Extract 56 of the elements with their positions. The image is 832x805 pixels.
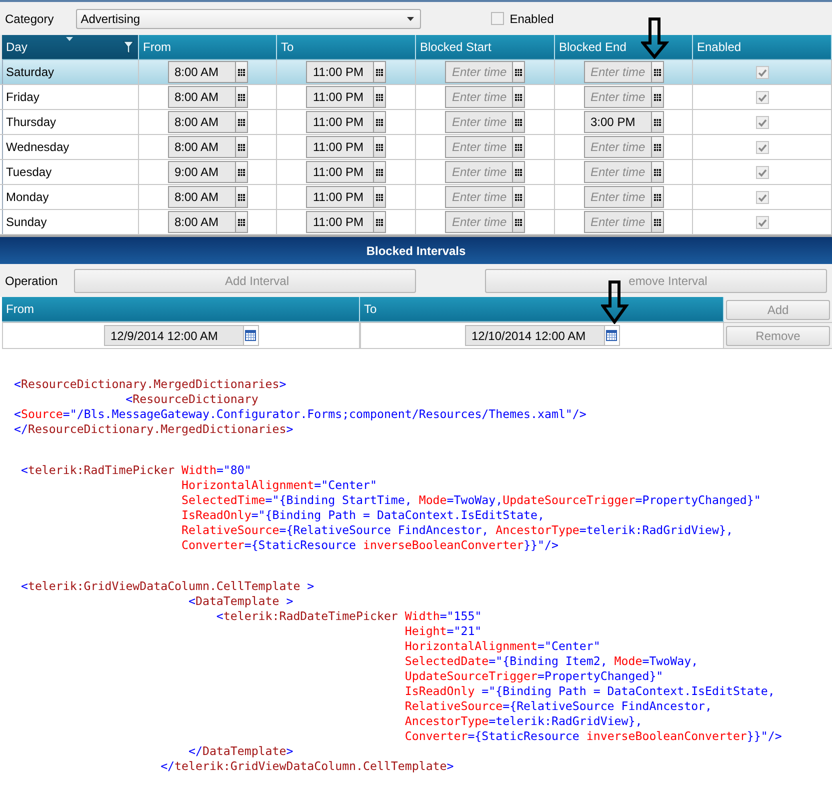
code-line: AncestorType=telerik:RadGridView},	[404, 714, 644, 729]
category-label: Category	[5, 12, 54, 26]
enabled-checkbox[interactable]	[756, 190, 768, 204]
code-line: HorizontalAlignment="Center"	[404, 639, 602, 654]
code-line: </telerik:GridViewDataColumn.CellTemplate>	[160, 759, 455, 774]
code-line: <Source="/Bls.MessageGateway.Configurator.Forms;component/Resources/Themes.xaml"/>	[14, 407, 588, 422]
column-header[interactable]: Blocked End	[555, 35, 693, 60]
code-line: Converter={StaticResource inverseBooleanConverter}}"/>	[404, 729, 783, 744]
code-line: SelectedDate="{Binding Item2, Mode=TwoWay,	[404, 654, 700, 669]
annotation-arrow	[601, 280, 629, 324]
day-cell: Friday	[6, 90, 40, 104]
operation-label: Operation	[5, 274, 59, 288]
code-line: UpdateSourceTrigger=PropertyChanged}"	[404, 669, 664, 684]
day-cell: Saturday	[6, 65, 54, 79]
day-cell: Wednesday	[6, 140, 70, 154]
sort-indicator-icon	[66, 37, 73, 41]
code-line: </DataTemplate>	[188, 744, 294, 759]
code-line: RelativeSource={RelativeSource FindAncestor, AncestorType=telerik:RadGridView},	[180, 523, 734, 538]
code-line: SelectedTime="{Binding StartTime, Mode=TwoWay,UpdateSourceTrigger=PropertyChanged}"	[180, 493, 762, 508]
code-line: IsReadOnly="{Binding Path = DataContext.IsEditState,	[180, 508, 546, 523]
enabled-checkbox[interactable]	[756, 166, 768, 178]
day-cell: Monday	[6, 190, 49, 204]
column-header[interactable]: Enabled	[693, 35, 832, 60]
category-dropdown[interactable]: Advertising	[76, 8, 421, 28]
code-line: </ResourceDictionary.MergedDictionaries>	[14, 422, 294, 437]
enabled-checkbox[interactable]	[756, 140, 768, 154]
code-line: Converter={StaticResource inverseBooleanConverter}}"/>	[180, 538, 560, 553]
enabled-checkbox[interactable]	[756, 116, 768, 128]
column-header[interactable]: From	[2, 297, 360, 322]
code-line: Height="21"	[404, 624, 483, 639]
caret-icon	[406, 16, 414, 20]
annotation-arrow	[641, 17, 669, 59]
code-line: <DataTemplate >	[188, 594, 294, 609]
code-line: <telerik:RadTimePicker Width="80"	[20, 463, 252, 478]
day-cell: Sunday	[6, 215, 47, 229]
section-header: Blocked Intervals	[0, 237, 832, 264]
column-header[interactable]: Day	[2, 35, 139, 60]
column-header[interactable]: To	[277, 35, 416, 60]
enabled-checkbox[interactable]	[490, 12, 504, 25]
column-header[interactable]: From	[139, 35, 277, 60]
code-line: <ResourceDictionary.MergedDictionaries>	[14, 377, 288, 392]
code-line: <ResourceDictionary	[124, 392, 260, 407]
enabled-checkbox[interactable]	[756, 66, 768, 78]
enabled-checkbox[interactable]	[756, 216, 768, 228]
code-line: HorizontalAlignment="Center"	[180, 478, 378, 493]
code-line: IsReadOnly ="{Binding Path = DataContext.IsEditState,	[404, 684, 776, 699]
day-cell: Tuesday	[6, 165, 52, 179]
enabled-label: Enabled	[510, 12, 554, 26]
code-line: <telerik:RadDateTimePicker Width="155"	[215, 609, 483, 624]
code-line: <telerik:GridViewDataColumn.CellTemplate >	[20, 579, 316, 594]
code-line: RelativeSource={RelativeSource FindAncestor,	[404, 699, 714, 714]
filter-icon[interactable]	[123, 41, 134, 54]
enabled-checkbox[interactable]	[756, 90, 768, 104]
column-header[interactable]: Blocked Start	[416, 35, 555, 60]
column-header[interactable]: To	[360, 297, 724, 322]
day-cell: Thursday	[6, 115, 56, 129]
